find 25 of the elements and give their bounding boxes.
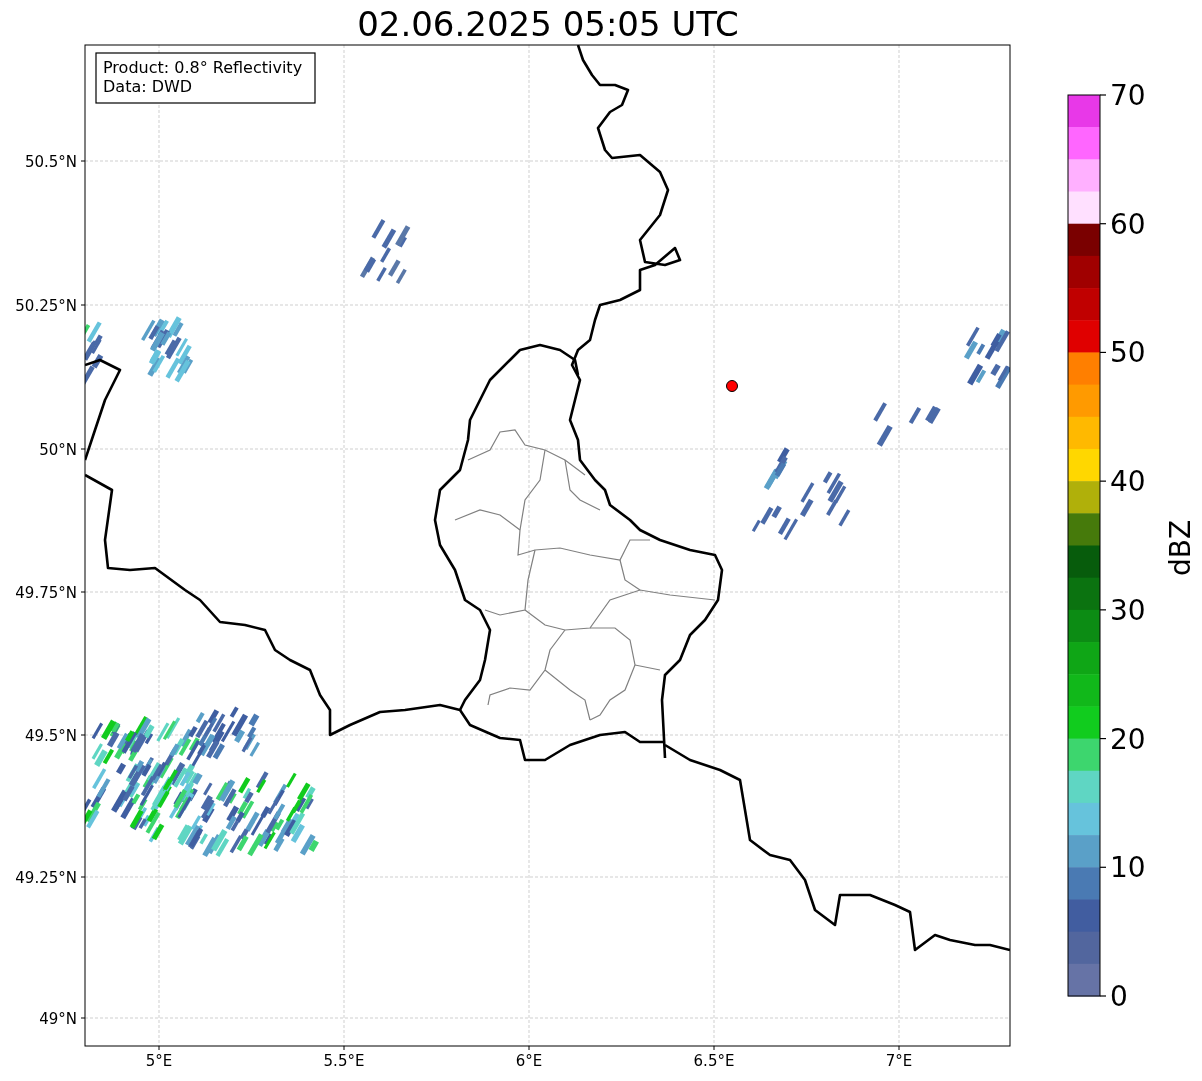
colorbar-tick-label: 20 (1110, 722, 1146, 756)
radar-site-marker (726, 380, 738, 392)
colorbar-tick-label: 30 (1110, 593, 1146, 627)
axis-tick-label: 50°N (39, 441, 77, 459)
axis-tick-label: 5.5°E (323, 1052, 365, 1070)
axis-tick-label: 49°N (39, 1010, 77, 1028)
axis-tick-label: 5°E (145, 1052, 173, 1070)
axis-tick-label: 49.5°N (24, 727, 77, 745)
colorbar-label: dBZ (1164, 519, 1197, 577)
axis-tick-label: 7°E (885, 1052, 913, 1070)
colorbar-tick-label: 10 (1110, 851, 1146, 885)
info-text: Data: DWD (103, 77, 193, 96)
axis-tick-label: 6°E (515, 1052, 543, 1070)
colorbar-tick-label: 50 (1110, 336, 1146, 370)
info-text: Product: 0.8° Reflectivity (103, 58, 303, 77)
axis-tick-label: 6.5°E (693, 1052, 735, 1070)
axis-tick-label: 50.25°N (15, 297, 77, 315)
colorbar-tick-label: 40 (1110, 465, 1146, 499)
colorbar-tick-label: 70 (1110, 79, 1146, 112)
axis-tick-label: 49.75°N (15, 584, 77, 602)
colorbar-tick-label: 0 (1110, 980, 1128, 1013)
chart-title: 02.06.2025 05:05 UTC (357, 4, 739, 44)
axis-tick-label: 49.25°N (15, 869, 77, 887)
axis-tick-label: 50.5°N (24, 153, 77, 171)
colorbar-tick-label: 60 (1110, 207, 1146, 241)
